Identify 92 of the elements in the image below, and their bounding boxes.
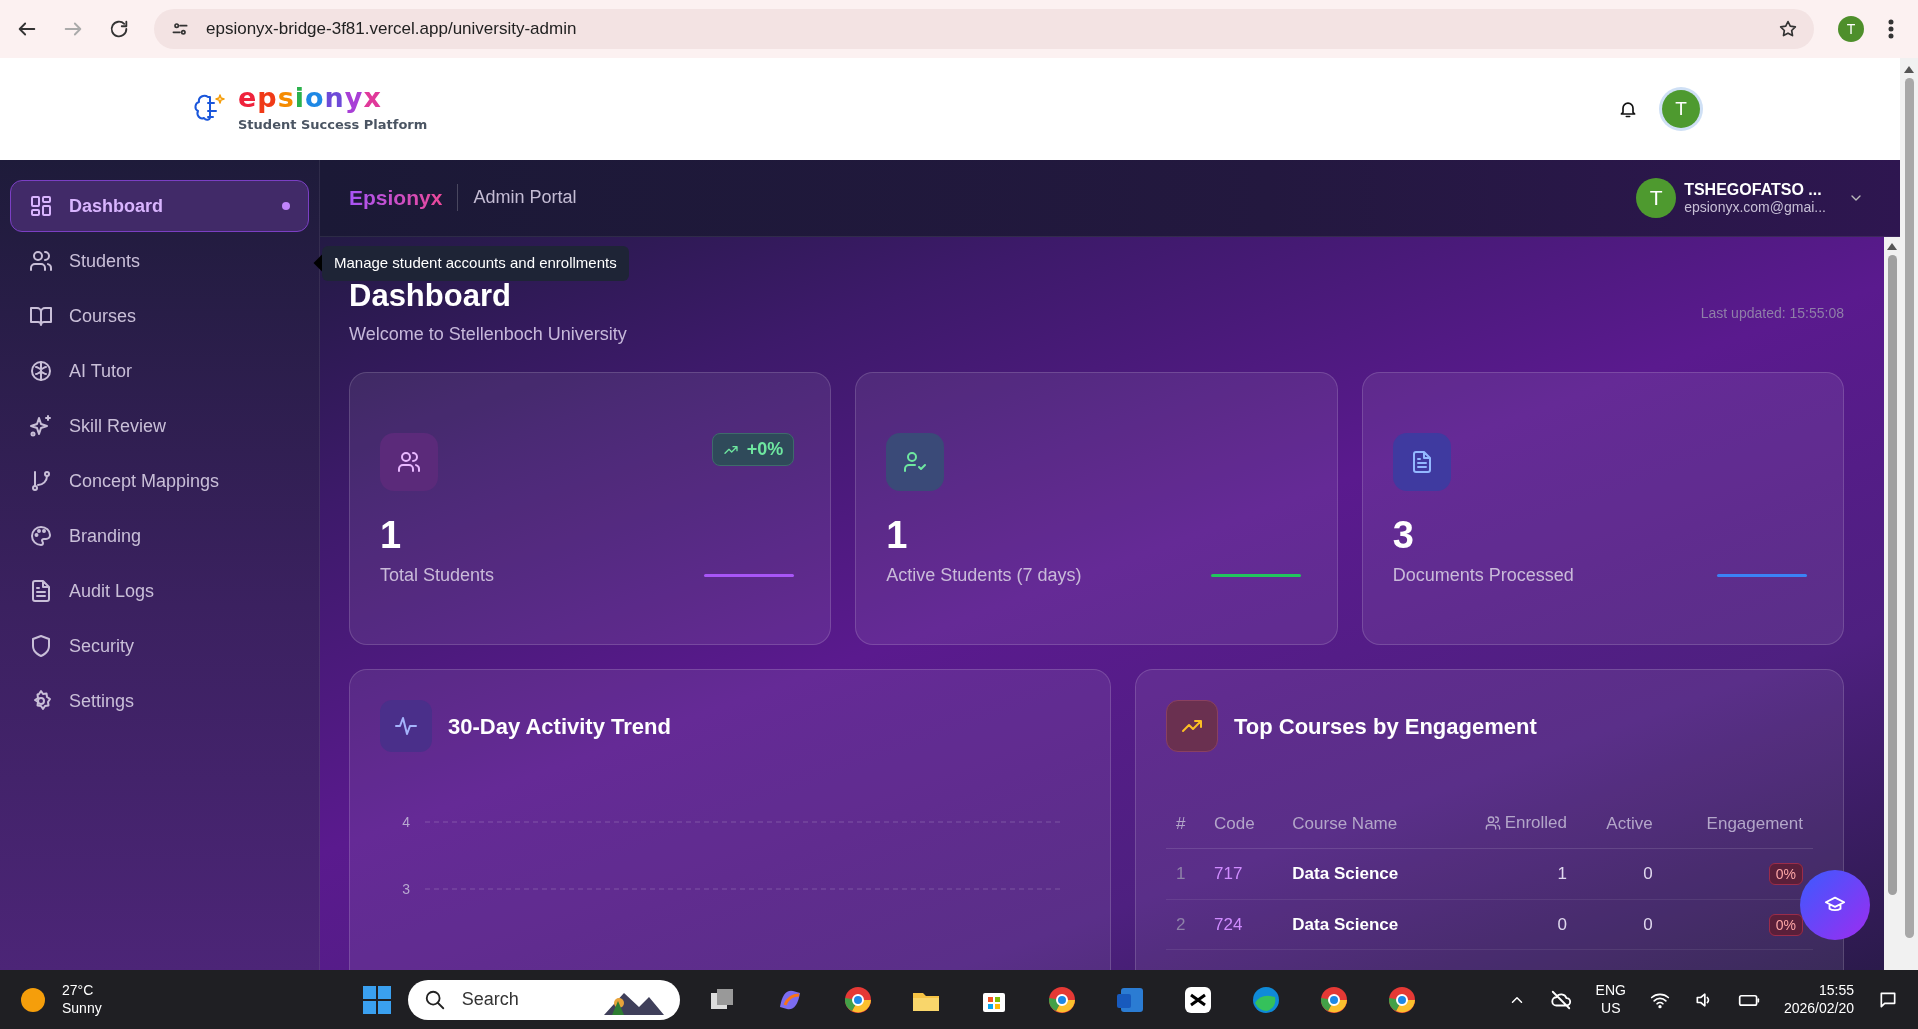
trend-badge: +0% <box>711 433 795 467</box>
sidebar-item[interactable]: AI Tutor <box>10 345 309 397</box>
sidebar-item[interactable]: Security <box>10 620 309 672</box>
scroll-up-icon[interactable] <box>1886 241 1898 251</box>
browser-icon[interactable] <box>1046 984 1077 1015</box>
table-cell: 1 <box>1166 848 1205 900</box>
card-title: 30-Day Activity Trend <box>448 712 671 741</box>
sun-icon[interactable] <box>20 986 46 1013</box>
scrollbar-thumb[interactable] <box>1904 78 1914 938</box>
user-menu[interactable]: T TSHEGOFATSO ... epsionyx.com@gmai... <box>1636 178 1864 218</box>
clock-time[interactable]: 15:55 <box>1818 982 1854 1000</box>
course-code-link[interactable]: 717 <box>1204 848 1283 900</box>
table-cell: Data Science <box>1282 899 1445 950</box>
cloud-off-icon[interactable] <box>1549 988 1572 1011</box>
column-header: Engagement <box>1662 800 1813 849</box>
sidebar-item[interactable]: Students <box>10 235 309 287</box>
sidebar-item[interactable]: Branding <box>10 510 309 562</box>
scroll-up-icon[interactable] <box>1903 64 1915 74</box>
column-header: Course Name <box>1282 800 1445 849</box>
region-label[interactable]: US <box>1601 999 1621 1017</box>
page-subtitle: Welcome to Stellenboch University <box>349 323 627 347</box>
profile-avatar[interactable]: T <box>1838 16 1864 42</box>
language-label[interactable]: ENG <box>1595 982 1626 1000</box>
page-title: Dashboard <box>349 279 512 314</box>
axis-tick-label: 3 <box>402 881 410 898</box>
edge-icon[interactable] <box>1250 984 1281 1015</box>
user-avatar: T <box>1636 178 1677 218</box>
users-icon <box>29 249 53 273</box>
sparkles-icon <box>29 414 53 438</box>
search-field[interactable]: Search <box>407 979 680 1020</box>
users-icon <box>397 450 421 475</box>
more-icon[interactable] <box>1888 19 1894 39</box>
table-cell: 0 <box>1577 848 1663 900</box>
bell-icon[interactable] <box>1618 99 1638 119</box>
column-header: Enrolled <box>1444 800 1578 849</box>
user-name: TSHEGOFATSO ... <box>1684 180 1823 200</box>
column-header: Active <box>1577 800 1663 849</box>
start-icon[interactable] <box>361 984 392 1015</box>
stat-label: Active Students (7 days) <box>886 564 1082 588</box>
engagement-badge: 0% <box>1768 863 1803 886</box>
sidebar-item[interactable]: Courses <box>10 290 309 342</box>
url-text: epsionyx-bridge-3f81.vercel.app/university-admin <box>206 18 577 41</box>
scrollbar[interactable] <box>1884 237 1900 970</box>
book-icon <box>29 304 53 328</box>
stat-label: Documents Processed <box>1392 564 1574 588</box>
tagline: Student Success Platform <box>238 115 428 134</box>
axis-tick-label: 4 <box>402 814 410 831</box>
engagement-badge: 0% <box>1768 913 1803 936</box>
document-icon <box>29 579 53 603</box>
star-icon[interactable] <box>1778 19 1798 39</box>
course-code-link[interactable]: 724 <box>1204 899 1283 950</box>
tooltip: Manage student accounts and enrollments <box>322 246 629 281</box>
browser-icon[interactable] <box>1386 984 1417 1015</box>
portal-label: Admin Portal <box>457 184 577 212</box>
last-updated: Last updated: 15:55:08 <box>1700 304 1844 324</box>
palette-icon <box>29 524 53 548</box>
sidebar-item[interactable]: Dashboard <box>10 180 309 232</box>
table-cell: Data Science <box>1282 848 1445 900</box>
scrollbar-thumb[interactable] <box>1887 255 1897 895</box>
stat-value: 1 <box>380 516 403 555</box>
user-avatar[interactable]: T <box>1662 90 1700 128</box>
scrollbar[interactable] <box>1900 58 1918 970</box>
users-icon <box>1484 814 1501 831</box>
stat-value: 3 <box>1392 516 1415 555</box>
column-header: # <box>1166 800 1205 849</box>
stat-label: Total Students <box>380 564 495 588</box>
table-cell: 0 <box>1577 899 1663 950</box>
card-title: Top Courses by Engagement <box>1234 712 1537 741</box>
table-cell: 2 <box>1166 899 1205 950</box>
reload-icon[interactable] <box>108 18 130 40</box>
browser-icon[interactable] <box>842 984 873 1015</box>
clock-date[interactable]: 2026/02/20 <box>1783 999 1854 1017</box>
dashboard-grid-icon <box>29 194 53 218</box>
temperature: 27°C <box>62 982 95 1000</box>
user-check-icon <box>903 450 928 475</box>
address-bar[interactable]: epsionyx-bridge-3f81.vercel.app/university-admin <box>154 9 1814 49</box>
browser-icon[interactable] <box>1318 984 1349 1015</box>
branch-icon <box>29 469 53 493</box>
search-icon <box>423 988 446 1011</box>
logo-text: epsionyx <box>238 83 383 111</box>
sidebar-item[interactable]: Concept Mappings <box>10 455 309 507</box>
table-cell: 1 <box>1444 848 1578 900</box>
sidebar-item[interactable]: Audit Logs <box>10 565 309 617</box>
sidebar-item[interactable]: Settings <box>10 675 309 727</box>
sidebar-item[interactable]: Skill Review <box>10 400 309 452</box>
active-dot <box>282 202 290 210</box>
shield-icon <box>29 634 53 658</box>
stat-value: 1 <box>886 516 909 555</box>
column-header: Code <box>1204 800 1283 849</box>
weather-label: Sunny <box>62 999 102 1017</box>
user-email: epsionyx.com@gmai... <box>1684 199 1826 216</box>
table-cell: 0 <box>1444 899 1578 950</box>
